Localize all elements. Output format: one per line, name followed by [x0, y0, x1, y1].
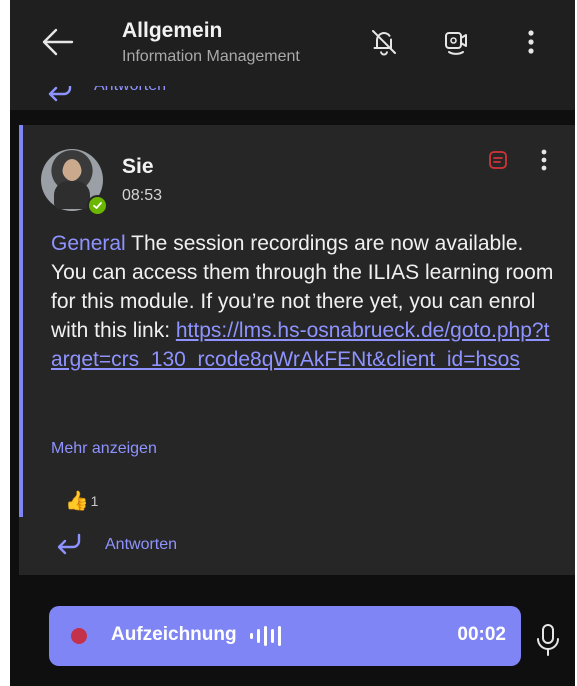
thumbs-up-icon: 👍 — [65, 491, 89, 512]
microphone-button[interactable] — [532, 621, 564, 659]
own-message-accent — [19, 125, 23, 517]
recording-duration: 00:02 — [457, 624, 506, 645]
presence-available-icon — [87, 195, 108, 216]
reply-button[interactable]: Antworten — [53, 533, 177, 557]
voice-recording-bar[interactable]: Aufzeichnung 00:02 — [49, 606, 521, 666]
reaction-like[interactable]: 👍 1 — [65, 489, 98, 513]
more-vertical-icon — [528, 30, 534, 54]
more-options-button[interactable] — [513, 24, 549, 60]
previous-reply-label: Antworten — [94, 86, 166, 95]
announcement-icon — [487, 149, 509, 176]
message-more-button[interactable] — [529, 145, 559, 175]
message-card: Sie 08:53 General The session recordings… — [19, 125, 575, 575]
message-time: 08:53 — [122, 187, 163, 204]
show-more-link[interactable]: Mehr anzeigen — [51, 440, 157, 458]
microphone-icon — [537, 624, 559, 656]
team-name: Information Management — [122, 48, 300, 65]
avatar-head — [63, 159, 81, 181]
reply-label: Antworten — [105, 536, 178, 553]
notifications-button[interactable] — [366, 24, 402, 60]
avatar-body — [54, 181, 90, 209]
record-dot-icon — [71, 628, 87, 644]
channel-title-block[interactable]: Allgemein Information Management — [122, 18, 300, 68]
bell-off-icon — [372, 30, 396, 56]
channel-mention[interactable]: General — [51, 232, 126, 255]
app-bar: Allgemein Information Management — [10, 0, 575, 87]
waveform-icon — [250, 626, 281, 646]
channel-title: Allgemein — [122, 19, 223, 42]
reply-arrow-icon — [57, 533, 81, 555]
back-arrow-icon — [42, 28, 74, 56]
video-call-button[interactable] — [438, 24, 474, 60]
sender-name: Sie — [122, 155, 154, 178]
reaction-count: 1 — [90, 493, 99, 509]
teams-channel-screen: Allgemein Information Management Sie 08:… — [10, 0, 575, 686]
reply-arrow-icon — [48, 86, 72, 102]
video-call-icon — [445, 32, 467, 55]
more-vertical-icon — [541, 149, 547, 171]
back-button[interactable] — [38, 22, 78, 62]
message-body: General The session recordings are now a… — [51, 229, 561, 374]
recording-label: Aufzeichnung — [111, 624, 237, 645]
previous-reply-row[interactable]: Antworten — [10, 86, 575, 110]
